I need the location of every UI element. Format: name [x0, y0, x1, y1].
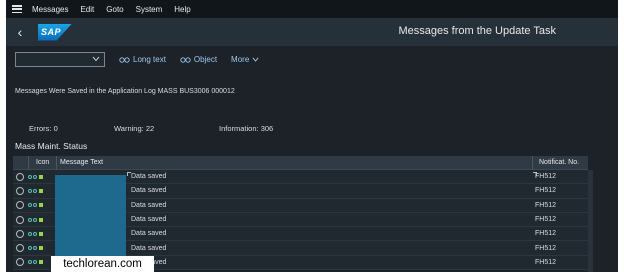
notification-cell: FH512	[535, 230, 557, 238]
status-lights-icon	[28, 203, 43, 208]
notification-cell: FH512	[535, 173, 557, 181]
log-message: Messages Were Saved in the Application L…	[15, 88, 235, 95]
glasses-icon	[180, 56, 191, 63]
chevron-down-icon	[92, 56, 100, 62]
message-cell: Data saved	[131, 187, 167, 195]
toolbar: Long text Object More	[6, 46, 618, 72]
glasses-icon	[119, 56, 130, 63]
object-button[interactable]: Object	[180, 55, 217, 64]
object-label: Object	[193, 54, 218, 64]
menu-goto[interactable]: Goto	[106, 5, 123, 14]
menu-help[interactable]: Help	[174, 5, 190, 14]
status-lights-icon	[28, 174, 43, 179]
notification-cell: FH512	[535, 258, 557, 266]
row-select-radio[interactable]	[16, 201, 24, 210]
status-lights-icon	[28, 217, 43, 222]
row-select-radio[interactable]	[16, 186, 24, 195]
section-title: Mass Maint. Status	[15, 141, 88, 151]
watermark: techlorean.com	[51, 256, 154, 272]
status-lights-icon	[28, 246, 43, 251]
row-select-radio[interactable]	[16, 172, 24, 181]
notification-cell: FH512	[535, 244, 557, 252]
more-label: More	[231, 54, 250, 64]
warning-count: Warning: 22	[114, 124, 155, 133]
chevron-down-icon	[252, 57, 259, 62]
status-lights-icon	[28, 260, 43, 265]
notification-cell: FH512	[535, 216, 557, 224]
column-header-icon[interactable]: Icon	[36, 159, 49, 166]
long-text-button[interactable]: Long text	[119, 55, 166, 64]
selection-corner-mark	[127, 172, 131, 176]
sap-logo: SAP	[38, 23, 72, 41]
message-cell: Data saved	[131, 216, 167, 224]
message-cell: Data saved	[131, 230, 167, 238]
status-lights-icon	[28, 188, 43, 193]
sap-window: Messages Edit Goto System Help ‹ SAP Mes…	[6, 0, 618, 272]
column-header-notification[interactable]: Notificat. No.	[539, 159, 589, 166]
menu-edit[interactable]: Edit	[80, 5, 94, 14]
message-cell: Data saved	[131, 173, 167, 181]
notification-cell: FH512	[535, 187, 557, 195]
long-text-label: Long text	[133, 54, 166, 64]
errors-count: Errors: 0	[29, 124, 58, 133]
selection-corner-mark	[533, 172, 537, 176]
hamburger-menu-icon[interactable]	[12, 5, 22, 13]
row-select-radio[interactable]	[16, 215, 24, 224]
vertical-scrollbar[interactable]	[588, 170, 593, 272]
more-button[interactable]: More	[231, 55, 259, 64]
information-count: Information: 306	[219, 124, 274, 133]
menu-system[interactable]: System	[136, 5, 163, 14]
page-title: Messages from the Update Task	[398, 25, 556, 37]
status-lights-icon	[28, 231, 43, 236]
row-select-radio[interactable]	[16, 229, 24, 238]
row-select-radio[interactable]	[16, 258, 24, 267]
message-cell: Data saved	[131, 244, 167, 252]
menu-messages[interactable]: Messages	[32, 5, 68, 14]
message-cell: Data saved	[131, 201, 167, 209]
back-arrow-icon[interactable]: ‹	[10, 18, 30, 46]
table-header: Icon Message Text Notificat. No.	[13, 156, 588, 170]
notification-cell: FH512	[535, 201, 557, 209]
shell-bar: ‹ SAP Messages from the Update Task	[6, 18, 618, 46]
variant-select[interactable]	[15, 51, 105, 67]
menu-bar: Messages Edit Goto System Help	[6, 0, 618, 18]
column-header-message-text[interactable]: Message Text	[60, 159, 103, 166]
row-select-radio[interactable]	[16, 244, 24, 253]
